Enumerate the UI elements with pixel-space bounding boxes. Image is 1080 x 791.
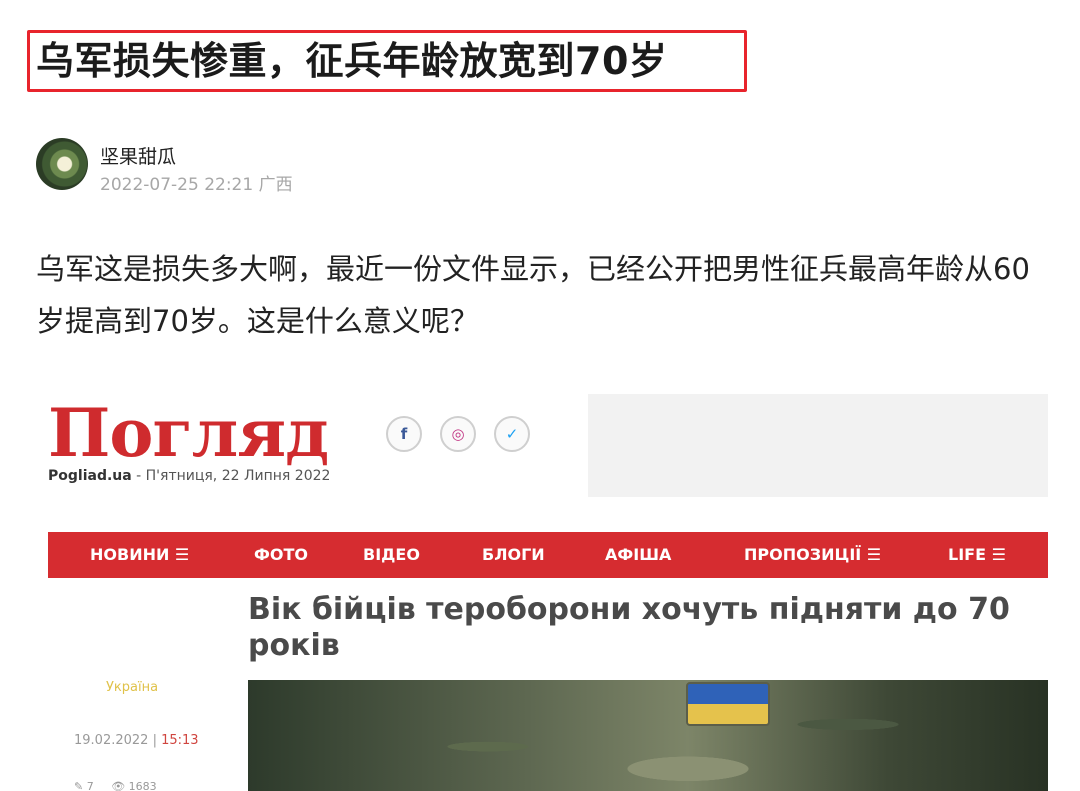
facebook-icon[interactable]: f [386, 416, 422, 452]
views-count: 1683 [128, 780, 157, 791]
author-avatar[interactable] [36, 138, 88, 190]
ad-placeholder [588, 394, 1048, 497]
twitter-icon[interactable]: ✓ [494, 416, 530, 452]
nav-item-life[interactable]: LIFE ☰ [948, 532, 1006, 578]
ukraine-flag-patch [686, 682, 770, 726]
news-time: 15:13 [161, 733, 199, 748]
nav-item-blogs[interactable]: БЛОГИ [482, 532, 545, 578]
nav-item-news[interactable]: НОВИНИ ☰ [90, 532, 189, 578]
news-date-value: 19.02.2022 [74, 733, 149, 748]
post-meta: 2022-07-25 22:21 广西 [100, 175, 293, 195]
news-date: 19.02.2022 | 15:13 [74, 733, 199, 748]
comment-count: 7 [86, 780, 94, 791]
article-body: 乌军这是损失多大啊，最近一份文件显示，已经公开把男性征兵最高年龄从60岁提高到7… [36, 252, 1030, 338]
author-name[interactable]: 坚果甜瓜 [100, 142, 176, 169]
nav-item-photo[interactable]: ФОТО [254, 532, 308, 578]
site-date-line: Pogliad.ua - П'ятниця, 22 Липня 2022 [48, 468, 330, 484]
comment-icon: ✎ [74, 780, 84, 791]
news-category[interactable]: Україна [106, 680, 158, 695]
instagram-icon[interactable]: ◎ [440, 416, 476, 452]
news-photo [248, 680, 1048, 791]
article-title: 乌军损失惨重，征兵年龄放宽到70岁 [36, 39, 668, 83]
news-stats: ✎ 7 👁 1683 [74, 780, 157, 791]
nav-item-video[interactable]: ВІДЕО [363, 532, 420, 578]
embedded-news-screenshot: Погляд Pogliad.ua - П'ятниця, 22 Липня 2… [36, 388, 1048, 791]
site-name: Pogliad.ua [48, 468, 132, 484]
news-navbar: НОВИНИ ☰ ФОТО ВІДЕО БЛОГИ АФІША ПРОПОЗИЦ… [48, 532, 1048, 578]
nav-item-proposals[interactable]: ПРОПОЗИЦІЇ ☰ [744, 532, 881, 578]
nav-item-afisha[interactable]: АФІША [605, 532, 671, 578]
news-headline[interactable]: Вік бійців тероборони хочуть підняти до … [248, 592, 1038, 664]
news-logo: Погляд [48, 394, 329, 472]
site-date: - П'ятниця, 22 Липня 2022 [131, 468, 331, 484]
views-icon: 👁 [111, 780, 126, 791]
